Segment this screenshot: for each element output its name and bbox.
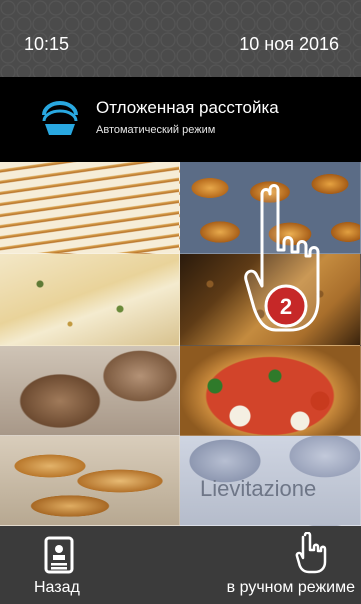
- program-subtitle: Автоматический режим: [96, 124, 216, 136]
- recipe-tile-pizza[interactable]: [180, 346, 361, 436]
- manual-mode-button[interactable]: в ручном режиме: [186, 526, 361, 604]
- manual-mode-label: в ручном режиме: [226, 579, 355, 596]
- recipe-tile-bread[interactable]: [180, 254, 361, 346]
- recipe-grid: Lievitazione: [0, 162, 361, 526]
- recipe-tile-croissants[interactable]: [180, 162, 361, 254]
- program-title: Отложенная расстойка: [96, 98, 279, 117]
- recipe-tile-baguettes[interactable]: [0, 436, 180, 526]
- back-button[interactable]: Назад: [20, 526, 110, 604]
- recipe-tile-lievitazione[interactable]: Lievitazione: [180, 436, 361, 526]
- program-header: Отложенная расстойка Автоматический режи…: [0, 77, 361, 162]
- bottom-bar: Назад в ручном режиме: [0, 526, 361, 604]
- dough-bowl-icon: [42, 101, 78, 135]
- tile-caption: Lievitazione: [200, 476, 317, 501]
- status-bar: 10:15 10 ноя 2016: [0, 0, 361, 77]
- recipe-tile-napoleon[interactable]: [0, 162, 180, 254]
- back-document-icon: [44, 536, 74, 574]
- current-date: 10 ноя 2016: [239, 34, 339, 54]
- recipe-tile-focaccia[interactable]: [0, 254, 180, 346]
- recipe-tile-buns[interactable]: [0, 346, 180, 436]
- back-label: Назад: [34, 579, 80, 596]
- hand-pointer-icon: [295, 532, 327, 574]
- clock-time: 10:15: [24, 34, 70, 54]
